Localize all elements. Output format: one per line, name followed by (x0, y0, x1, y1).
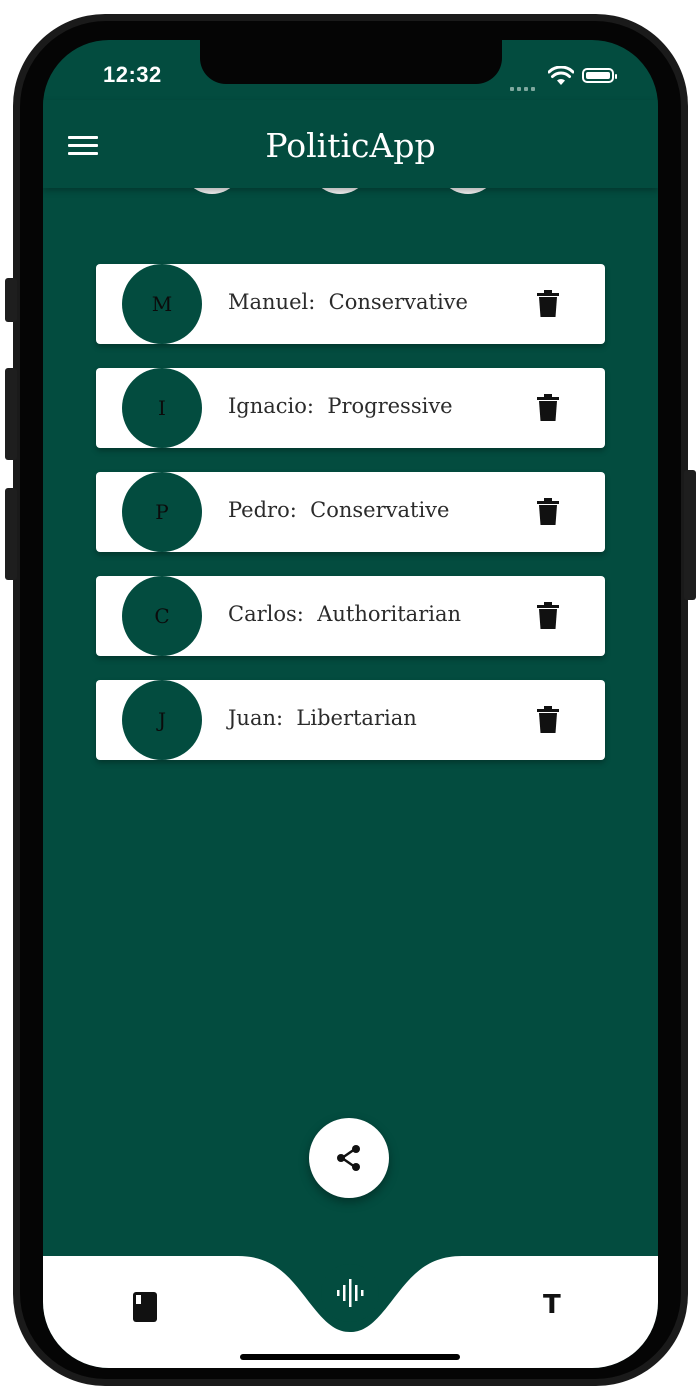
audio-wave-icon (337, 1279, 364, 1307)
trash-icon[interactable] (536, 498, 560, 526)
app-title: PoliticApp (265, 126, 436, 165)
battery-icon (582, 68, 617, 83)
person-label: Manuel: Conservative (228, 290, 468, 314)
people-list: M Manuel: Conservative I Ignacio: Progre… (96, 264, 605, 784)
mute-switch (5, 278, 17, 322)
share-button[interactable] (309, 1118, 389, 1198)
trash-icon[interactable] (536, 706, 560, 734)
list-item[interactable]: P Pedro: Conservative (96, 472, 605, 552)
avatar: P (122, 472, 202, 552)
power-button (684, 470, 696, 600)
status-indicators (510, 66, 630, 91)
trash-icon[interactable] (536, 394, 560, 422)
share-icon (337, 1145, 360, 1171)
text-format-icon[interactable]: T (543, 1290, 561, 1320)
list-item[interactable]: C Carlos: Authoritarian (96, 576, 605, 656)
app-bar: PoliticApp (43, 100, 658, 188)
person-label: Juan: Libertarian (228, 706, 417, 730)
list-item[interactable]: M Manuel: Conservative (96, 264, 605, 344)
avatar: I (122, 368, 202, 448)
notch (200, 40, 502, 84)
list-item[interactable]: I Ignacio: Progressive (96, 368, 605, 448)
wifi-icon (548, 66, 574, 85)
avatar: M (122, 264, 202, 344)
avatar: J (122, 680, 202, 760)
volume-up-button (5, 368, 17, 460)
person-label: Ignacio: Progressive (228, 394, 453, 418)
volume-down-button (5, 488, 17, 580)
avatar: C (122, 576, 202, 656)
list-item[interactable]: J Juan: Libertarian (96, 680, 605, 760)
status-time: 12:32 (103, 62, 162, 87)
person-label: Pedro: Conservative (228, 498, 450, 522)
cellular-signal-icon (510, 76, 538, 95)
person-label: Carlos: Authoritarian (228, 602, 461, 626)
audio-record-button[interactable] (321, 1264, 379, 1322)
home-indicator (240, 1354, 460, 1360)
trash-icon[interactable] (536, 290, 560, 318)
trash-icon[interactable] (536, 602, 560, 630)
screen: 12:32 PoliticApp M Manuel: Conservative … (43, 40, 658, 1368)
bottom-navigation: T (43, 1252, 658, 1368)
book-icon[interactable] (133, 1292, 157, 1322)
